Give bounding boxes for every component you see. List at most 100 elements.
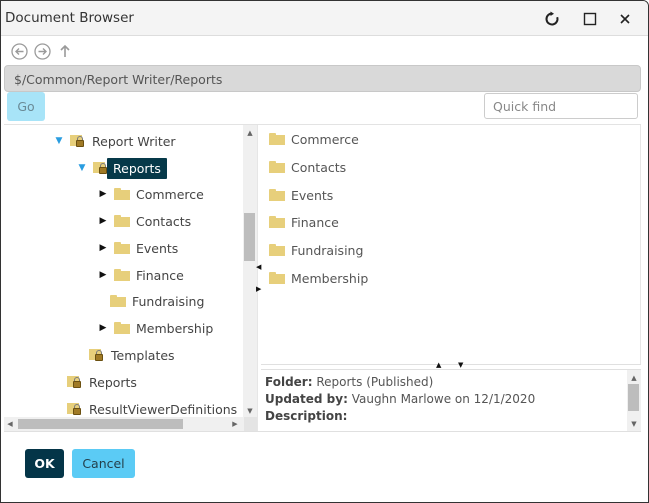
tree-item-label: Templates xyxy=(111,347,175,363)
locked-folder-icon xyxy=(67,375,83,389)
folder-icon xyxy=(114,188,130,200)
tree-item-contacts[interactable]: ▶ Contacts xyxy=(98,210,192,232)
tree-item-label: Reports xyxy=(107,157,167,179)
tree-item-fundraising[interactable]: Fundraising xyxy=(110,290,204,312)
folder-detail: Folder: Reports (Published) xyxy=(265,374,623,391)
folder-icon xyxy=(114,242,130,254)
list-item-label: Membership xyxy=(291,270,369,286)
tree-item-report-writer[interactable]: ▼ Report Writer xyxy=(54,130,176,152)
list-item[interactable]: Fundraising xyxy=(269,239,363,261)
tree-item-resultviewerdefinitions[interactable]: ResultViewerDefinitions xyxy=(67,398,237,417)
list-item[interactable]: Events xyxy=(269,184,333,206)
folder-icon xyxy=(114,322,130,334)
list-item[interactable]: Commerce xyxy=(269,128,359,150)
folder-icon xyxy=(269,189,285,201)
scrollbar-thumb[interactable] xyxy=(628,384,639,411)
list-item[interactable]: Membership xyxy=(269,267,368,289)
scrollbar-corner xyxy=(244,417,258,431)
folder-icon xyxy=(114,269,130,281)
scroll-left-arrow-icon[interactable]: ◀ xyxy=(5,418,15,430)
close-button[interactable] xyxy=(613,7,637,31)
details-vertical-scrollbar[interactable]: ▲ ▼ xyxy=(627,370,641,431)
tree-item-finance[interactable]: ▶ Finance xyxy=(98,264,184,286)
collapsed-arrow-icon[interactable]: ▶ xyxy=(98,243,108,253)
refresh-icon xyxy=(545,11,559,26)
tree-item-label: ResultViewerDefinitions xyxy=(89,401,238,417)
scrollbar-thumb[interactable] xyxy=(18,419,183,429)
list-item[interactable]: Contacts xyxy=(269,156,346,178)
tree-item-label: Fundraising xyxy=(132,293,205,309)
locked-folder-icon xyxy=(89,348,105,362)
navigation-bar xyxy=(10,42,74,60)
list-item-label: Finance xyxy=(291,214,339,230)
up-arrow-icon xyxy=(60,44,70,57)
updated-detail: Updated by: Vaughn Marlowe on 12/1/2020 xyxy=(265,391,623,408)
locked-folder-icon xyxy=(93,161,109,175)
details-panel: Folder: Reports (Published) Updated by: … xyxy=(261,370,627,431)
tree-item-label: Report Writer xyxy=(92,133,176,149)
go-button[interactable]: Go xyxy=(7,92,45,121)
expanded-arrow-icon[interactable]: ▼ xyxy=(77,163,87,173)
folder-icon xyxy=(114,215,130,227)
tree-item-label: Events xyxy=(136,240,179,256)
expanded-arrow-icon[interactable]: ▼ xyxy=(54,136,64,146)
folder-icon xyxy=(269,133,285,145)
folder-icon xyxy=(269,272,285,284)
tree-item-label: Membership xyxy=(136,320,214,336)
window-title: Document Browser xyxy=(5,10,134,26)
scroll-up-arrow-icon[interactable]: ▲ xyxy=(627,372,641,384)
tree-item-label: Contacts xyxy=(136,213,192,229)
locked-folder-icon xyxy=(67,402,83,416)
folder-icon xyxy=(110,295,126,307)
expand-down-arrow-icon[interactable]: ▼ xyxy=(458,361,463,369)
folder-icon xyxy=(269,161,285,173)
forward-circle-arrow-icon xyxy=(33,42,51,60)
tree-vertical-scrollbar[interactable]: ▲ ▼ xyxy=(243,125,257,417)
quick-find-input[interactable] xyxy=(484,93,638,119)
tree-item-reports-root[interactable]: Reports xyxy=(67,371,137,393)
tree-item-reports-selected[interactable]: ▼ Reports xyxy=(77,157,167,179)
collapsed-arrow-icon[interactable]: ▶ xyxy=(98,323,108,333)
tree-item-events[interactable]: ▶ Events xyxy=(98,237,179,259)
scroll-up-arrow-icon[interactable]: ▲ xyxy=(243,127,257,139)
description-detail: Description: xyxy=(265,408,623,425)
tree-item-templates[interactable]: Templates xyxy=(89,344,175,366)
up-button[interactable] xyxy=(56,42,74,60)
scroll-right-arrow-icon[interactable]: ▶ xyxy=(230,418,240,430)
path-input[interactable]: $/Common/Report Writer/Reports xyxy=(4,65,641,92)
scrollbar-thumb[interactable] xyxy=(244,213,255,261)
collapsed-arrow-icon[interactable]: ▶ xyxy=(98,216,108,226)
maximize-button[interactable] xyxy=(578,7,602,31)
back-button[interactable] xyxy=(10,42,28,60)
tree-item-membership[interactable]: ▶ Membership xyxy=(98,317,214,339)
title-bar: Document Browser xyxy=(1,1,648,36)
scroll-down-arrow-icon[interactable]: ▼ xyxy=(627,418,641,430)
collapse-up-arrow-icon[interactable]: ▲ xyxy=(436,361,441,369)
updated-detail-label: Updated by: xyxy=(265,392,348,406)
ok-button[interactable]: OK xyxy=(25,449,64,478)
forward-button[interactable] xyxy=(33,42,51,60)
document-browser-dialog: Document Browser $/Common/Report Writer/… xyxy=(0,0,649,503)
divider xyxy=(4,431,641,432)
locked-folder-icon xyxy=(70,134,86,148)
collapsed-arrow-icon[interactable]: ▶ xyxy=(98,189,108,199)
list-item-label: Commerce xyxy=(291,131,359,147)
maximize-icon xyxy=(583,12,597,26)
tree-item-label: Commerce xyxy=(136,186,204,202)
folder-contents-list: Commerce Contacts Events Finance Fundrai… xyxy=(261,125,641,365)
folder-detail-value: Reports (Published) xyxy=(316,375,434,389)
updated-detail-value: Vaughn Marlowe on 12/1/2020 xyxy=(351,392,536,406)
tree-item-label: Reports xyxy=(89,374,137,390)
folder-detail-label: Folder: xyxy=(265,375,313,389)
folder-tree: ▼ Report Writer ▼ Reports ▶ Commerce ▶ C… xyxy=(4,125,244,417)
list-item-label: Contacts xyxy=(291,159,347,175)
collapsed-arrow-icon[interactable]: ▶ xyxy=(98,270,108,280)
description-detail-label: Description: xyxy=(265,409,348,423)
cancel-button[interactable]: Cancel xyxy=(72,449,135,478)
tree-item-commerce[interactable]: ▶ Commerce xyxy=(98,183,204,205)
tree-horizontal-scrollbar[interactable]: ◀ ▶ xyxy=(4,417,244,431)
scroll-down-arrow-icon[interactable]: ▼ xyxy=(243,405,257,417)
refresh-button[interactable] xyxy=(540,7,564,31)
list-item[interactable]: Finance xyxy=(269,211,339,233)
back-circle-arrow-icon xyxy=(10,42,28,60)
